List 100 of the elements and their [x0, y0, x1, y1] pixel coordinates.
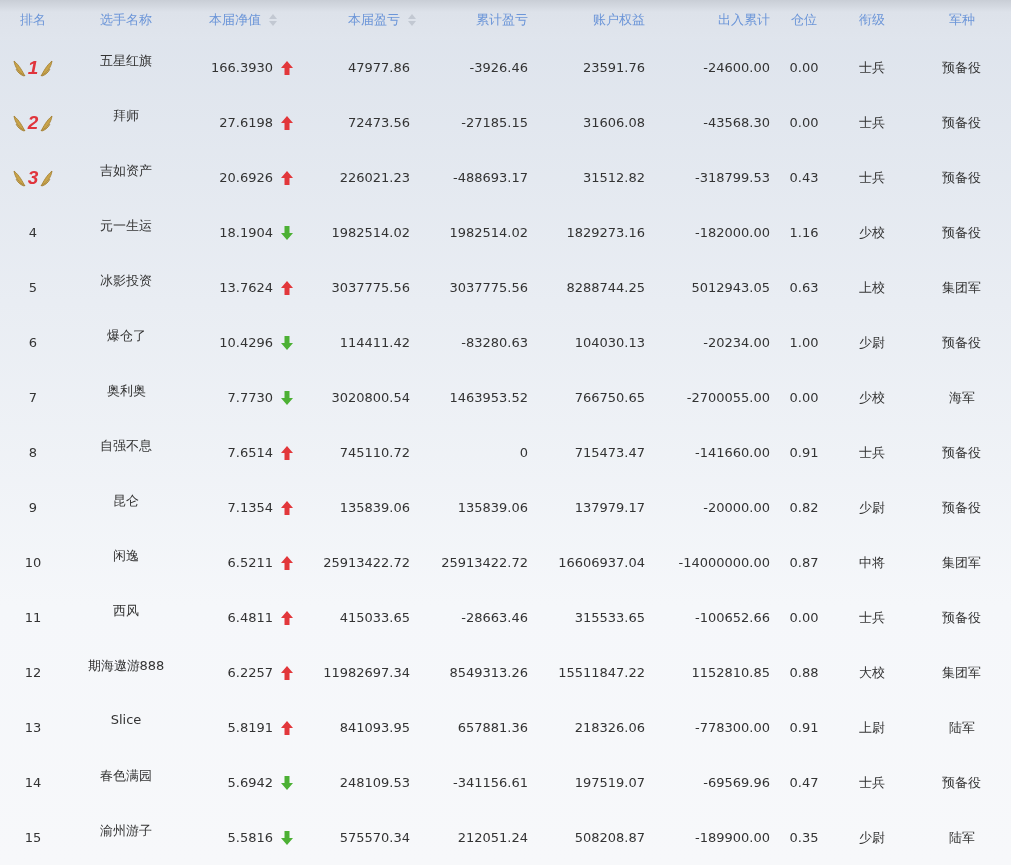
table-cell: 7.6514 [227, 445, 273, 460]
table-cell: 预备役 [942, 498, 981, 517]
table-cell: 士兵 [859, 58, 885, 77]
table-cell: 预备役 [942, 168, 981, 187]
wing-icon [12, 113, 27, 132]
table-cell: 预备役 [942, 773, 981, 792]
table-cell: 0.88 [789, 665, 819, 680]
player-name: 西风 [113, 602, 139, 620]
table-cell: 陆军 [948, 828, 975, 847]
table-cell: 218326.06 [574, 720, 645, 735]
table-cell: 3037775.56 [449, 280, 528, 295]
table-cell: 20.6926 [219, 170, 273, 185]
table-cell: 0.00 [789, 60, 819, 75]
table-cell: 226021.23 [339, 170, 410, 185]
rank-number: 14 [24, 775, 42, 790]
table-cell: 135839.06 [457, 500, 528, 515]
player-name: Slice [110, 711, 142, 727]
table-cell: 0.63 [789, 280, 819, 295]
table-cell: 士兵 [859, 113, 885, 132]
rank-number: 2 [27, 111, 39, 134]
table-cell: -182000.00 [695, 225, 770, 240]
table-cell: 3020800.54 [331, 390, 410, 405]
wing-icon [12, 168, 27, 187]
table-cell: 5012943.05 [691, 280, 770, 295]
wing-icon [39, 113, 54, 132]
rank-number: 4 [28, 225, 38, 240]
table-cell: -27185.15 [461, 115, 528, 130]
table-cell: 集团军 [942, 278, 981, 297]
table-cell: 0.00 [789, 610, 819, 625]
wing-icon [39, 58, 54, 77]
rank-number: 10 [24, 555, 42, 570]
table-cell: 8288744.25 [566, 280, 645, 295]
table-cell: 315533.65 [574, 610, 645, 625]
table-cell: 6.4811 [227, 610, 273, 625]
table-cell: 47977.86 [347, 60, 410, 75]
table-cell: 657881.36 [457, 720, 528, 735]
table-cell: 0.47 [789, 775, 819, 790]
table-cell: 上尉 [859, 718, 885, 737]
table-cell: 1463953.52 [449, 390, 528, 405]
column-header[interactable]: 本届净值 [209, 11, 261, 29]
player-name: 元一生运 [100, 217, 152, 235]
table-cell: 1982514.02 [331, 225, 410, 240]
rank-number: 3 [27, 166, 39, 189]
table-cell: 13.7624 [219, 280, 273, 295]
table-cell: 31606.08 [582, 115, 645, 130]
player-name: 吉如资产 [100, 162, 152, 180]
column-header: 衔级 [859, 11, 885, 29]
table-cell: 5.6942 [227, 775, 273, 790]
table-cell: 15511847.22 [558, 665, 645, 680]
table-cell: 212051.24 [457, 830, 528, 845]
table-cell: 766750.65 [574, 390, 645, 405]
table-cell: 8549313.26 [449, 665, 528, 680]
table-cell: 72473.56 [347, 115, 410, 130]
player-name: 春色满园 [100, 767, 152, 785]
table-cell: 1.00 [789, 335, 819, 350]
table-cell: 841093.95 [339, 720, 410, 735]
table-cell: 415033.65 [339, 610, 410, 625]
table-cell: 士兵 [859, 168, 885, 187]
table-cell: 16606937.04 [558, 555, 645, 570]
table-cell: 0.00 [789, 115, 819, 130]
rank-number: 6 [28, 335, 38, 350]
table-cell: 7.7730 [227, 390, 273, 405]
table-cell: -778300.00 [695, 720, 770, 735]
rank-number: 12 [24, 665, 42, 680]
table-cell: 集团军 [942, 553, 981, 572]
table-cell: 31512.82 [582, 170, 645, 185]
table-cell: 166.3930 [210, 60, 273, 75]
table-cell: 预备役 [942, 113, 981, 132]
column-header[interactable]: 本届盈亏 [348, 11, 400, 29]
table-cell: 0.91 [789, 720, 819, 735]
table-cell: -2700055.00 [686, 390, 770, 405]
table-cell: -341156.61 [453, 775, 528, 790]
table-cell: 10.4296 [219, 335, 273, 350]
player-name: 冰影投资 [100, 272, 152, 290]
table-cell: 预备役 [942, 608, 981, 627]
table-cell: 137979.17 [574, 500, 645, 515]
table-cell: 0.82 [789, 500, 819, 515]
table-cell: 预备役 [942, 443, 981, 462]
table-cell: 士兵 [859, 608, 885, 627]
player-name: 五星红旗 [100, 52, 152, 70]
table-cell: 5.5816 [227, 830, 273, 845]
table-cell: 0 [519, 445, 528, 460]
rank-number: 1 [27, 56, 39, 79]
table-cell: -3926.46 [469, 60, 528, 75]
table-cell: 0.91 [789, 445, 819, 460]
table-cell: 少尉 [859, 333, 885, 352]
player-name: 期海遨游888 [87, 657, 165, 675]
table-cell: 预备役 [942, 333, 981, 352]
sort-icon[interactable] [269, 14, 277, 26]
column-header: 账户权益 [593, 11, 645, 29]
rank-number: 7 [28, 390, 38, 405]
wing-icon [39, 168, 54, 187]
table-cell: 27.6198 [219, 115, 273, 130]
column-header: 累计盈亏 [476, 11, 528, 29]
table-cell: 1982514.02 [449, 225, 528, 240]
table-cell: -14000000.00 [678, 555, 770, 570]
table-cell: 6.5211 [227, 555, 273, 570]
sort-icon[interactable] [408, 14, 416, 26]
table-cell: 508208.87 [574, 830, 645, 845]
table-cell: 0.35 [789, 830, 819, 845]
